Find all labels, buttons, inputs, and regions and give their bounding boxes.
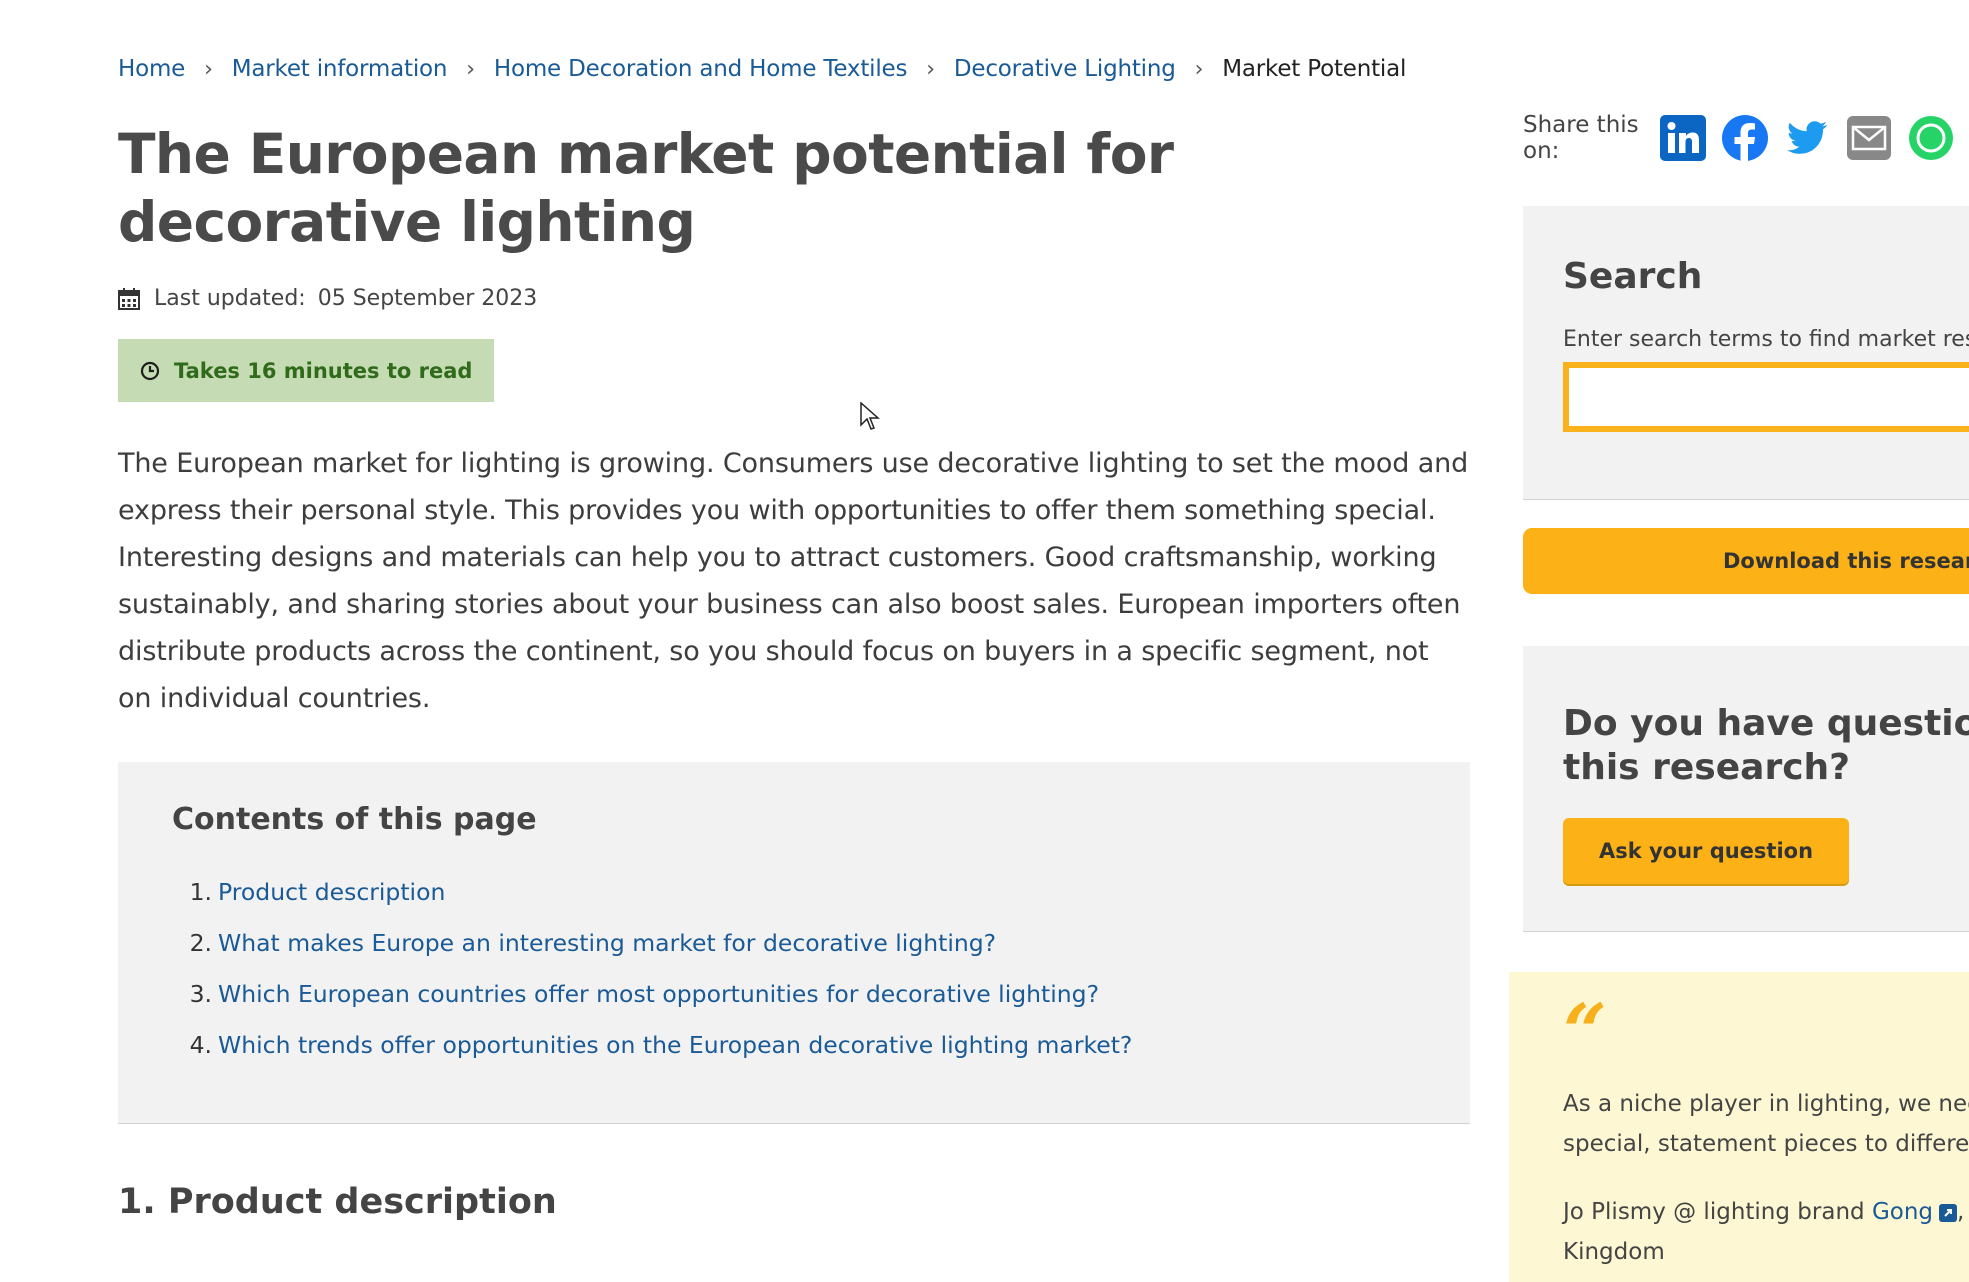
toc-link-trends[interactable]: Which trends offer opportunities on the … [218,1020,1132,1071]
calendar-icon [118,287,140,310]
search-hint: Enter search terms to find market res [1563,327,1969,352]
main-content: The European market potential for decora… [118,120,1470,1251]
last-updated-value: 05 September 2023 [317,286,538,311]
section-title: 1. Product description [118,1182,557,1222]
whatsapp-icon[interactable] [1907,114,1955,162]
search-title: Search [1563,256,1703,297]
share-bar: Share this on: [1523,112,1969,164]
download-research-button[interactable]: Download this research [1523,528,1969,594]
quote-panel: “ As a niche player in lighting, we need… [1509,972,1969,1282]
breadcrumb-home-decoration[interactable]: Home Decoration and Home Textiles [494,56,908,82]
search-panel: Search Enter search terms to find market… [1523,206,1969,500]
questions-title: Do you have questions a this research? [1563,703,1969,788]
quote-mark: “ [1563,987,1607,1076]
toc-link-countries[interactable]: Which European countries offer most oppo… [218,969,1099,1020]
toc-link-product-description[interactable]: Product description [218,867,445,918]
toc-item: 2. What makes Europe an interesting mark… [172,918,1416,969]
toc-item: 1. Product description [172,867,1416,918]
share-label: Share this on: [1523,112,1639,164]
read-time-text: Takes 16 minutes to read [174,358,473,383]
toc-item: 3. Which European countries offer most o… [172,969,1416,1020]
breadcrumb-decorative-lighting[interactable]: Decorative Lighting [954,56,1176,82]
page-title: The European market potential for decora… [118,122,1174,254]
breadcrumb-current: Market Potential [1222,56,1407,82]
quote-text: As a niche player in lighting, we need s… [1563,1091,1969,1157]
mouse-cursor-icon [860,402,880,430]
breadcrumb-separator: › [204,56,213,82]
quote-author-prefix: Jo Plismy @ lighting brand [1563,1199,1872,1225]
intro-paragraph: The European market for lighting is grow… [118,448,1469,714]
breadcrumb-separator: › [466,56,475,82]
facebook-icon[interactable] [1721,114,1769,162]
quote-author-link[interactable]: Gong [1872,1199,1933,1225]
breadcrumb-home[interactable]: Home [118,56,185,82]
table-of-contents: Contents of this page 1. Product descrip… [118,762,1470,1124]
breadcrumb-separator: › [926,56,935,82]
breadcrumb: Home › Market information › Home Decorat… [118,56,1406,82]
breadcrumb-separator: › [1194,56,1204,82]
ask-question-button[interactable]: Ask your question [1563,818,1849,884]
toc-list: 1. Product description 2. What makes Eur… [172,867,1416,1071]
last-updated-label: Last updated: [154,286,306,311]
toc-title: Contents of this page [172,802,537,837]
questions-panel: Do you have questions a this research? A… [1523,646,1969,932]
clock-icon [140,361,160,380]
email-icon[interactable] [1845,114,1893,162]
breadcrumb-market-information[interactable]: Market information [232,56,448,82]
toc-item-number: 1. [189,878,212,906]
last-updated: Last updated: 05 September 2023 [118,286,1470,311]
twitter-icon[interactable] [1783,114,1831,162]
linkedin-icon[interactable] [1659,114,1707,162]
search-input-wrapper [1563,362,1969,432]
external-link-icon [1939,1203,1958,1222]
toc-item-number: 3. [189,980,212,1008]
quote-author: Jo Plismy @ lighting brand Gong, t Kingd… [1563,1192,1964,1272]
toc-item-number: 2. [189,929,212,957]
search-input[interactable] [1569,368,1969,428]
toc-link-interesting-market[interactable]: What makes Europe an interesting market … [218,918,996,969]
read-time-badge: Takes 16 minutes to read [118,339,494,402]
toc-item-number: 4. [189,1031,212,1059]
toc-item: 4. Which trends offer opportunities on t… [172,1020,1416,1071]
